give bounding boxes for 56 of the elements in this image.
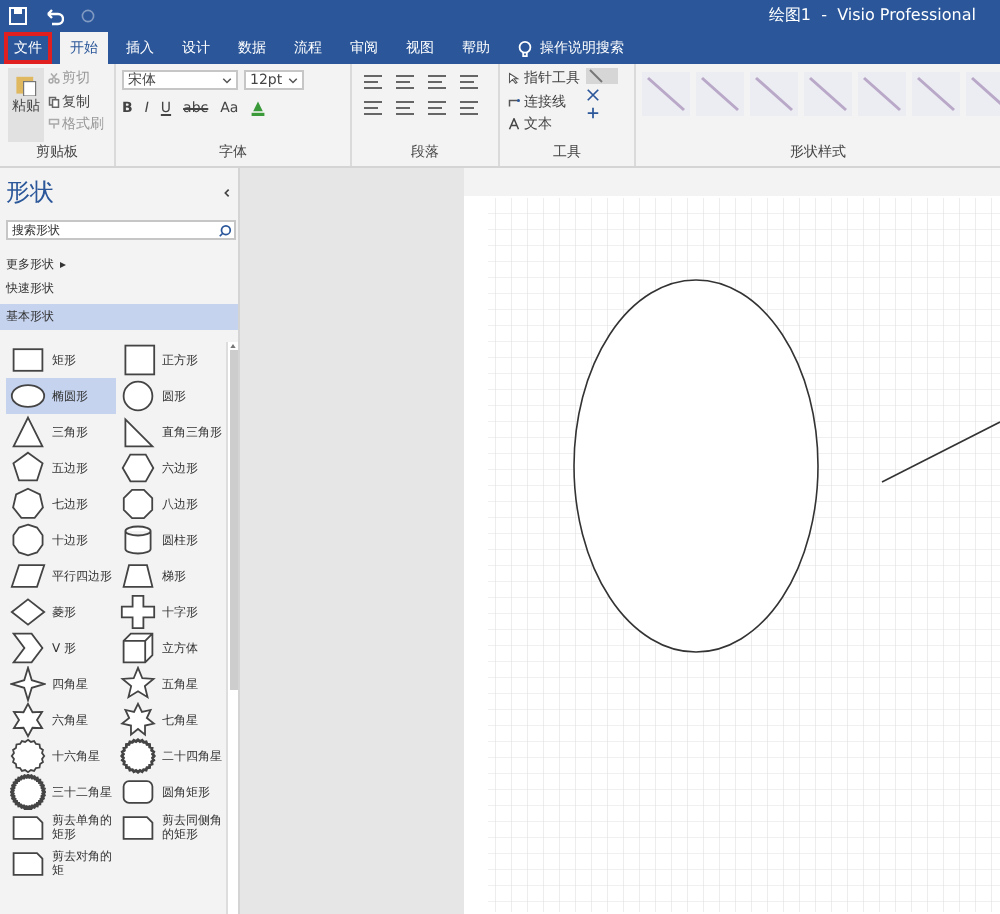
connection-point-icon[interactable] [586,106,600,120]
shape-icon [120,414,156,450]
close-icon[interactable] [586,88,600,102]
shape-icon [120,342,156,378]
dropdown-icon [222,77,232,83]
shape-icon [10,630,46,666]
shape-icon [120,558,156,594]
expand-arrow-icon [60,262,66,268]
shape-style-swatch[interactable] [912,72,960,116]
pane-title: 形状 [6,176,54,210]
shape-icon [120,630,156,666]
clipboard-icon [14,72,38,96]
shape-style-swatch[interactable] [858,72,906,116]
brush-icon [48,118,60,131]
line-shape [881,421,1000,483]
shape-icon [10,450,46,486]
pointer-icon [508,72,520,85]
shape-icon [120,702,156,738]
shape-icon [10,558,46,594]
shape-icon [120,594,156,630]
shape-icon [10,378,46,414]
shape-icon [120,810,156,846]
scissors-icon [48,72,60,85]
shape-icon [10,522,46,558]
shape-style-swatch[interactable] [804,72,852,116]
shape-icon [120,666,156,702]
shape-style-swatch[interactable] [642,72,690,116]
shape-icon [120,522,156,558]
shape-icon [10,738,46,774]
shape-icon [120,378,156,414]
line-style-icon[interactable] [586,68,618,84]
save-icon[interactable] [8,6,28,26]
connector-icon [508,95,520,108]
shape-icon [10,702,46,738]
window-title: 绘图1 - Visio Professional [768,4,978,28]
shape-icon [10,810,46,846]
font-color-icon[interactable] [250,100,267,117]
shape-style-swatch[interactable] [696,72,744,116]
shape-icon [10,594,46,630]
collapse-icon[interactable] [222,187,232,197]
shape-icon [10,666,46,702]
shape-style-swatch[interactable] [750,72,798,116]
dropdown-icon [288,77,298,83]
text-tool-icon [508,118,520,131]
shape-icon [120,450,156,486]
shape-icon [10,774,46,810]
shape-icon [120,486,156,522]
shape-icon [120,738,156,774]
shape-icon [10,846,46,882]
undo-icon[interactable] [44,6,64,26]
shape-icon [10,342,46,378]
shape-icon [120,774,156,810]
copy-icon [48,95,60,108]
shape-style-swatch[interactable] [966,72,1000,116]
lightbulb-icon [516,39,534,57]
shape-icon [10,486,46,522]
